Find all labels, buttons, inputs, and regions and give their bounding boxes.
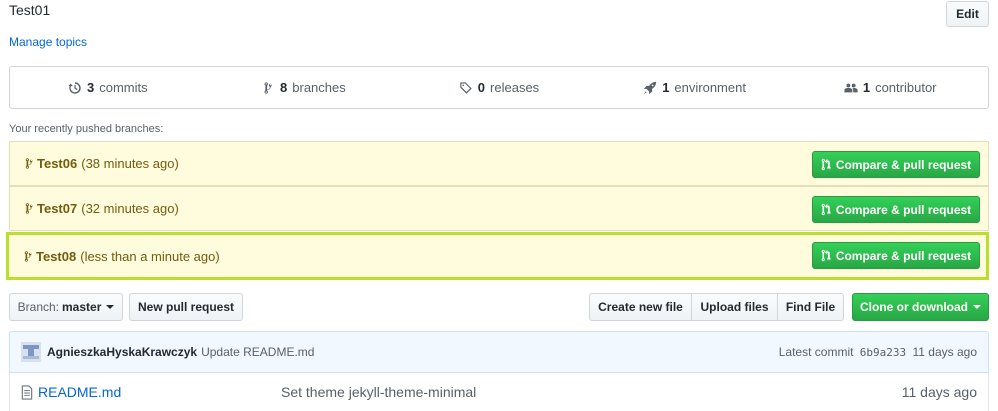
- create-new-file-button[interactable]: Create new file: [589, 293, 692, 321]
- latest-commit-label: Latest commit: [778, 345, 854, 359]
- commit-sha-link[interactable]: 6b9a233: [860, 346, 906, 359]
- recent-branch-row: Test07 (32 minutes ago) Compare & pull r…: [9, 186, 989, 231]
- commit-author-link[interactable]: AgnieszkaHyskaKrawczyk: [47, 345, 197, 359]
- file-icon: [21, 384, 33, 400]
- new-pull-request-button[interactable]: New pull request: [129, 293, 243, 321]
- latest-commit-info: Latest commit 6b9a233 11 days ago: [779, 345, 977, 359]
- find-file-button[interactable]: Find File: [777, 293, 844, 321]
- branch-select-button[interactable]: Branch: master: [9, 293, 123, 321]
- releases-link[interactable]: 0 releases: [401, 80, 597, 95]
- caret-down-icon: [106, 305, 115, 309]
- commit-age: 11 days ago: [912, 345, 978, 359]
- branch-icon: [25, 158, 33, 169]
- branch-icon: [25, 203, 33, 214]
- recent-branch-row-highlighted: Test08 (less than a minute ago) Compare …: [6, 232, 989, 280]
- manage-topics-link[interactable]: Manage topics: [9, 35, 87, 49]
- caret-down-icon: [973, 305, 981, 309]
- clone-download-button[interactable]: Clone or download: [852, 293, 989, 321]
- file-row: README.md Set theme jekyll-theme-minimal…: [9, 373, 989, 411]
- branch-icon: [24, 250, 32, 262]
- repo-summary: 3 commits 8 branches 0 releases 1 environmen…: [9, 66, 989, 109]
- branch-push-time: (32 minutes ago): [81, 201, 179, 216]
- branch-name-link[interactable]: Test07: [37, 201, 77, 216]
- avatar[interactable]: [21, 342, 41, 362]
- branch-name-link[interactable]: Test06: [37, 156, 77, 171]
- history-icon: [68, 81, 81, 94]
- repo-description: Test01: [9, 2, 51, 18]
- file-name-link[interactable]: README.md: [38, 384, 281, 400]
- pull-request-icon: [821, 203, 831, 216]
- branch-push-time: (38 minutes ago): [81, 156, 179, 171]
- environment-link[interactable]: 1 environment: [597, 80, 793, 95]
- latest-commit-bar: AgnieszkaHyskaKrawczyk Update README.md …: [9, 331, 989, 373]
- rocket-icon: [644, 81, 657, 94]
- branches-link[interactable]: 8 branches: [206, 80, 402, 95]
- branch-name-link[interactable]: Test08: [36, 249, 76, 264]
- contributors-link[interactable]: 1 contributor: [792, 80, 988, 95]
- compare-pull-request-button[interactable]: Compare & pull request: [812, 196, 980, 223]
- people-icon: [844, 83, 858, 92]
- branch-push-time: (less than a minute ago): [80, 248, 220, 264]
- branch-icon: [264, 81, 272, 94]
- upload-files-button[interactable]: Upload files: [691, 293, 778, 321]
- recent-branches-label: Your recently pushed branches:: [9, 123, 164, 135]
- commits-link[interactable]: 3 commits: [10, 80, 206, 95]
- recent-branch-row: Test06 (38 minutes ago) Compare & pull r…: [9, 141, 989, 186]
- pull-request-icon: [821, 158, 831, 171]
- commit-message-link[interactable]: Update README.md: [201, 345, 314, 359]
- compare-pull-request-button[interactable]: Compare & pull request: [812, 242, 980, 269]
- tag-icon: [460, 81, 472, 94]
- edit-button[interactable]: Edit: [946, 1, 989, 27]
- file-age: 11 days ago: [901, 384, 977, 400]
- pull-request-icon: [821, 249, 831, 262]
- file-commit-message-link[interactable]: Set theme jekyll-theme-minimal: [281, 384, 476, 400]
- compare-pull-request-button[interactable]: Compare & pull request: [812, 151, 980, 178]
